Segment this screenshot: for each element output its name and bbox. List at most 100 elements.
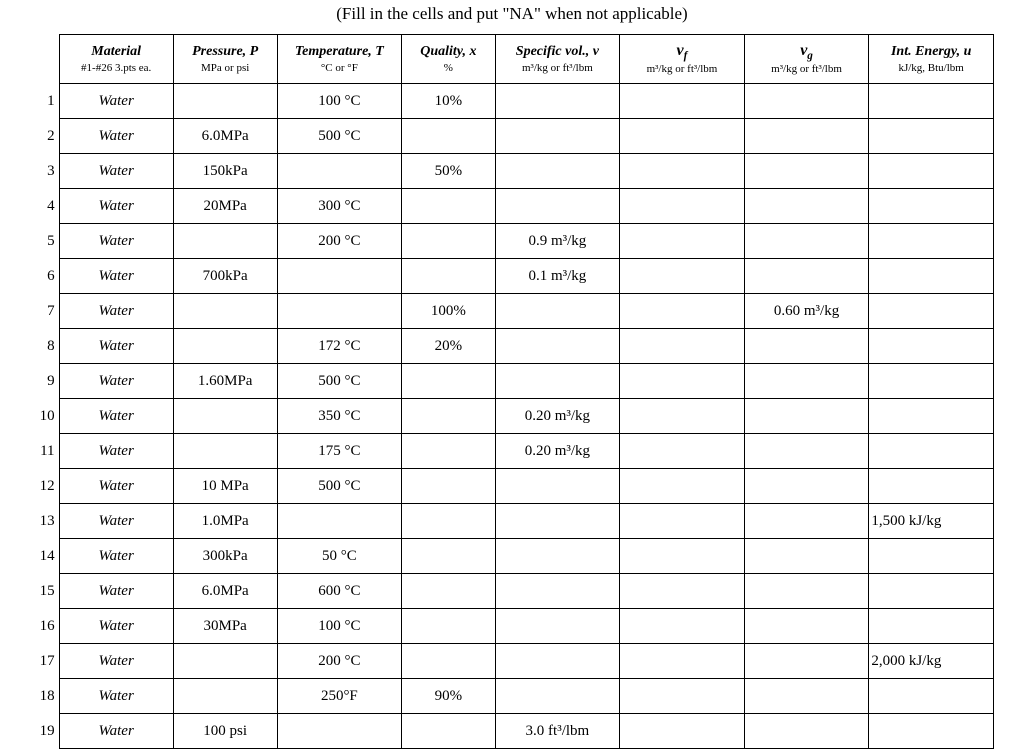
cell-material[interactable]: Water — [59, 224, 173, 259]
cell-vf[interactable] — [620, 469, 745, 504]
cell-vg[interactable] — [744, 574, 869, 609]
cell-vf[interactable] — [620, 399, 745, 434]
cell-energy[interactable]: 2,000 kJ/kg — [869, 644, 994, 679]
cell-vg[interactable] — [744, 329, 869, 364]
cell-vg[interactable] — [744, 469, 869, 504]
cell-spvol[interactable]: 0.1 m³/kg — [495, 259, 620, 294]
cell-vg[interactable] — [744, 154, 869, 189]
cell-energy[interactable] — [869, 574, 994, 609]
cell-pressure[interactable]: 1.0MPa — [173, 504, 277, 539]
cell-temperature[interactable]: 250°F — [277, 679, 402, 714]
cell-temperature[interactable]: 500 °C — [277, 119, 402, 154]
cell-vf[interactable] — [620, 574, 745, 609]
cell-vf[interactable] — [620, 644, 745, 679]
cell-temperature[interactable]: 500 °C — [277, 364, 402, 399]
cell-vf[interactable] — [620, 539, 745, 574]
cell-temperature[interactable]: 500 °C — [277, 469, 402, 504]
cell-vg[interactable] — [744, 364, 869, 399]
cell-vf[interactable] — [620, 259, 745, 294]
cell-quality[interactable] — [402, 119, 495, 154]
cell-temperature[interactable]: 300 °C — [277, 189, 402, 224]
cell-vg[interactable]: 0.60 m³/kg — [744, 294, 869, 329]
cell-quality[interactable] — [402, 434, 495, 469]
cell-energy[interactable] — [869, 154, 994, 189]
cell-energy[interactable] — [869, 679, 994, 714]
cell-quality[interactable] — [402, 504, 495, 539]
cell-pressure[interactable] — [173, 644, 277, 679]
cell-temperature[interactable] — [277, 504, 402, 539]
cell-spvol[interactable] — [495, 294, 620, 329]
cell-spvol[interactable] — [495, 609, 620, 644]
cell-vg[interactable] — [744, 714, 869, 749]
cell-quality[interactable]: 50% — [402, 154, 495, 189]
cell-temperature[interactable]: 50 °C — [277, 539, 402, 574]
cell-energy[interactable] — [869, 434, 994, 469]
cell-quality[interactable]: 100% — [402, 294, 495, 329]
cell-quality[interactable] — [402, 364, 495, 399]
cell-temperature[interactable]: 172 °C — [277, 329, 402, 364]
cell-energy[interactable] — [869, 294, 994, 329]
cell-temperature[interactable]: 350 °C — [277, 399, 402, 434]
cell-material[interactable]: Water — [59, 294, 173, 329]
cell-spvol[interactable] — [495, 469, 620, 504]
cell-quality[interactable] — [402, 469, 495, 504]
cell-energy[interactable] — [869, 189, 994, 224]
cell-pressure[interactable]: 20MPa — [173, 189, 277, 224]
cell-spvol[interactable] — [495, 84, 620, 119]
cell-pressure[interactable] — [173, 679, 277, 714]
cell-pressure[interactable] — [173, 294, 277, 329]
cell-material[interactable]: Water — [59, 119, 173, 154]
cell-vf[interactable] — [620, 154, 745, 189]
cell-energy[interactable] — [869, 609, 994, 644]
cell-temperature[interactable] — [277, 259, 402, 294]
cell-pressure[interactable] — [173, 329, 277, 364]
cell-spvol[interactable]: 0.9 m³/kg — [495, 224, 620, 259]
cell-material[interactable]: Water — [59, 644, 173, 679]
cell-material[interactable]: Water — [59, 399, 173, 434]
cell-pressure[interactable] — [173, 434, 277, 469]
cell-energy[interactable] — [869, 224, 994, 259]
cell-vf[interactable] — [620, 364, 745, 399]
cell-energy[interactable]: 1,500 kJ/kg — [869, 504, 994, 539]
cell-material[interactable]: Water — [59, 504, 173, 539]
cell-vf[interactable] — [620, 609, 745, 644]
cell-temperature[interactable]: 100 °C — [277, 609, 402, 644]
cell-pressure[interactable]: 700kPa — [173, 259, 277, 294]
cell-vg[interactable] — [744, 434, 869, 469]
cell-pressure[interactable] — [173, 84, 277, 119]
cell-pressure[interactable]: 150kPa — [173, 154, 277, 189]
cell-material[interactable]: Water — [59, 434, 173, 469]
cell-quality[interactable] — [402, 714, 495, 749]
cell-spvol[interactable] — [495, 119, 620, 154]
cell-spvol[interactable]: 0.20 m³/kg — [495, 399, 620, 434]
cell-vf[interactable] — [620, 504, 745, 539]
cell-material[interactable]: Water — [59, 259, 173, 294]
cell-spvol[interactable] — [495, 364, 620, 399]
cell-vg[interactable] — [744, 504, 869, 539]
cell-vg[interactable] — [744, 189, 869, 224]
cell-vf[interactable] — [620, 84, 745, 119]
cell-quality[interactable]: 10% — [402, 84, 495, 119]
cell-energy[interactable] — [869, 119, 994, 154]
cell-energy[interactable] — [869, 84, 994, 119]
cell-pressure[interactable] — [173, 399, 277, 434]
cell-spvol[interactable] — [495, 644, 620, 679]
cell-temperature[interactable]: 600 °C — [277, 574, 402, 609]
cell-vf[interactable] — [620, 224, 745, 259]
cell-quality[interactable] — [402, 609, 495, 644]
cell-spvol[interactable] — [495, 329, 620, 364]
cell-pressure[interactable]: 10 MPa — [173, 469, 277, 504]
cell-temperature[interactable]: 100 °C — [277, 84, 402, 119]
cell-vf[interactable] — [620, 189, 745, 224]
cell-vg[interactable] — [744, 609, 869, 644]
cell-material[interactable]: Water — [59, 189, 173, 224]
cell-quality[interactable] — [402, 259, 495, 294]
cell-energy[interactable] — [869, 329, 994, 364]
cell-temperature[interactable] — [277, 154, 402, 189]
cell-vg[interactable] — [744, 224, 869, 259]
cell-vf[interactable] — [620, 294, 745, 329]
cell-spvol[interactable]: 0.20 m³/kg — [495, 434, 620, 469]
cell-spvol[interactable] — [495, 154, 620, 189]
cell-spvol[interactable]: 3.0 ft³/lbm — [495, 714, 620, 749]
cell-material[interactable]: Water — [59, 364, 173, 399]
